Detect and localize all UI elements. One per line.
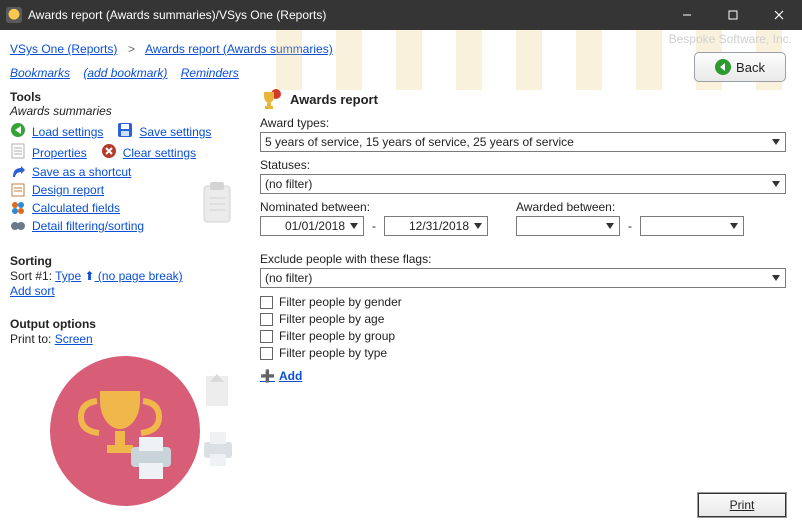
checkbox-box bbox=[260, 347, 273, 360]
sort-icon bbox=[198, 368, 236, 416]
sorting-heading: Sorting bbox=[10, 254, 250, 268]
sort-line-1: Sort #1: Type ⬆ (no page break) bbox=[10, 269, 250, 283]
award-types-label: Award types: bbox=[260, 116, 786, 130]
chevron-down-icon bbox=[603, 219, 617, 233]
print-to-line: Print to: Screen bbox=[10, 332, 250, 346]
sort1-prefix: Sort #1: bbox=[10, 269, 55, 283]
header-row: VSys One (Reports) > Awards report (Awar… bbox=[0, 30, 802, 64]
plus-icon: ➕ bbox=[260, 369, 275, 383]
chevron-down-icon bbox=[347, 219, 361, 233]
add-filter-link[interactable]: ➕ Add bbox=[260, 369, 302, 383]
award-types-dropdown[interactable]: 5 years of service, 15 years of service,… bbox=[260, 132, 786, 152]
sort1-arrow-icon[interactable]: ⬆ bbox=[85, 269, 95, 283]
nominated-label: Nominated between: bbox=[260, 200, 488, 214]
clipboard-icon bbox=[198, 180, 236, 228]
clear-settings-link[interactable]: Clear settings bbox=[123, 146, 196, 160]
nominated-from-value: 01/01/2018 bbox=[285, 219, 345, 233]
minimize-button[interactable] bbox=[664, 0, 710, 30]
awarded-label: Awarded between: bbox=[516, 200, 744, 214]
chevron-down-icon bbox=[768, 135, 783, 149]
detail-filtering-icon bbox=[10, 218, 26, 234]
statuses-label: Statuses: bbox=[260, 158, 786, 172]
properties-icon bbox=[10, 143, 26, 162]
design-report-icon bbox=[10, 182, 26, 198]
checkbox-box bbox=[260, 330, 273, 343]
app-icon bbox=[6, 7, 22, 23]
close-button[interactable] bbox=[756, 0, 802, 30]
window-title: Awards report (Awards summaries)/VSys On… bbox=[28, 8, 326, 22]
sort1-type-link[interactable]: Type bbox=[55, 269, 81, 283]
calculated-fields-icon bbox=[10, 200, 26, 216]
add-bookmark-link[interactable]: (add bookmark) bbox=[83, 66, 167, 80]
clear-settings-icon bbox=[101, 143, 117, 162]
filter-group-label: Filter people by group bbox=[279, 329, 395, 343]
chevron-down-icon bbox=[768, 271, 783, 285]
maximize-button[interactable] bbox=[710, 0, 756, 30]
range-dash: - bbox=[626, 219, 634, 233]
reminders-link[interactable]: Reminders bbox=[181, 66, 239, 80]
tools-heading: Tools bbox=[10, 90, 250, 104]
main-form: Awards report Award types: 5 years of se… bbox=[258, 86, 802, 383]
breadcrumb-current[interactable]: Awards report (Awards summaries) bbox=[145, 42, 333, 56]
exclude-flags-dropdown[interactable]: (no filter) bbox=[260, 268, 786, 288]
link-row: Bookmarks (add bookmark) Reminders bbox=[0, 64, 802, 86]
body: Tools Awards summaries Load settings Sav… bbox=[0, 86, 802, 527]
add-filter-label: Add bbox=[279, 369, 302, 383]
save-settings-icon bbox=[117, 122, 133, 141]
branding-label: Bespoke Software, Inc. bbox=[669, 32, 792, 46]
awarded-to-input[interactable] bbox=[640, 216, 744, 236]
statuses-value: (no filter) bbox=[265, 177, 312, 191]
left-panel: Tools Awards summaries Load settings Sav… bbox=[0, 86, 258, 510]
range-dash: - bbox=[370, 219, 378, 233]
checkbox-box bbox=[260, 296, 273, 309]
filter-type-label: Filter people by type bbox=[279, 346, 387, 360]
nominated-to-input[interactable]: 12/31/2018 bbox=[384, 216, 488, 236]
chevron-down-icon bbox=[727, 219, 741, 233]
save-settings-link[interactable]: Save settings bbox=[139, 125, 211, 139]
breadcrumb: VSys One (Reports) > Awards report (Awar… bbox=[10, 42, 333, 56]
filter-age-label: Filter people by age bbox=[279, 312, 384, 326]
printer-icon bbox=[198, 426, 236, 474]
trophy-icon bbox=[260, 88, 282, 110]
add-sort-link[interactable]: Add sort bbox=[10, 284, 55, 298]
exclude-flags-value: (no filter) bbox=[265, 271, 312, 285]
chevron-down-icon bbox=[471, 219, 485, 233]
print-to-prefix: Print to: bbox=[10, 332, 55, 346]
exclude-flags-label: Exclude people with these flags: bbox=[260, 252, 786, 266]
tools-subheading: Awards summaries bbox=[10, 104, 250, 118]
filter-group-checkbox[interactable]: Filter people by group bbox=[260, 329, 786, 343]
breadcrumb-root[interactable]: VSys One (Reports) bbox=[10, 42, 117, 56]
filter-type-checkbox[interactable]: Filter people by type bbox=[260, 346, 786, 360]
statuses-dropdown[interactable]: (no filter) bbox=[260, 174, 786, 194]
filter-gender-label: Filter people by gender bbox=[279, 295, 402, 309]
print-button-label: Print bbox=[730, 498, 755, 512]
form-title-row: Awards report bbox=[260, 88, 786, 110]
load-settings-link[interactable]: Load settings bbox=[32, 125, 103, 139]
bookmarks-link[interactable]: Bookmarks bbox=[10, 66, 70, 80]
award-types-value: 5 years of service, 15 years of service,… bbox=[265, 135, 574, 149]
load-settings-icon bbox=[10, 122, 26, 141]
decor-trophy-icon bbox=[50, 356, 200, 506]
nominated-to-value: 12/31/2018 bbox=[409, 219, 469, 233]
detail-filtering-link[interactable]: Detail filtering/sorting bbox=[32, 219, 144, 233]
print-button[interactable]: Print bbox=[698, 493, 786, 517]
form-title: Awards report bbox=[290, 92, 378, 107]
properties-link[interactable]: Properties bbox=[32, 146, 87, 160]
print-to-link[interactable]: Screen bbox=[55, 332, 93, 346]
calculated-fields-link[interactable]: Calculated fields bbox=[32, 201, 120, 215]
output-heading: Output options bbox=[10, 317, 250, 331]
save-shortcut-link[interactable]: Save as a shortcut bbox=[32, 165, 131, 179]
nominated-from-input[interactable]: 01/01/2018 bbox=[260, 216, 364, 236]
filter-age-checkbox[interactable]: Filter people by age bbox=[260, 312, 786, 326]
title-bar: Awards report (Awards summaries)/VSys On… bbox=[0, 0, 802, 30]
filter-gender-checkbox[interactable]: Filter people by gender bbox=[260, 295, 786, 309]
awarded-from-input[interactable] bbox=[516, 216, 620, 236]
checkbox-box bbox=[260, 313, 273, 326]
sort1-pagebreak-link[interactable]: (no page break) bbox=[95, 269, 183, 283]
shortcut-icon bbox=[10, 164, 26, 180]
design-report-link[interactable]: Design report bbox=[32, 183, 104, 197]
chevron-down-icon bbox=[768, 177, 783, 191]
